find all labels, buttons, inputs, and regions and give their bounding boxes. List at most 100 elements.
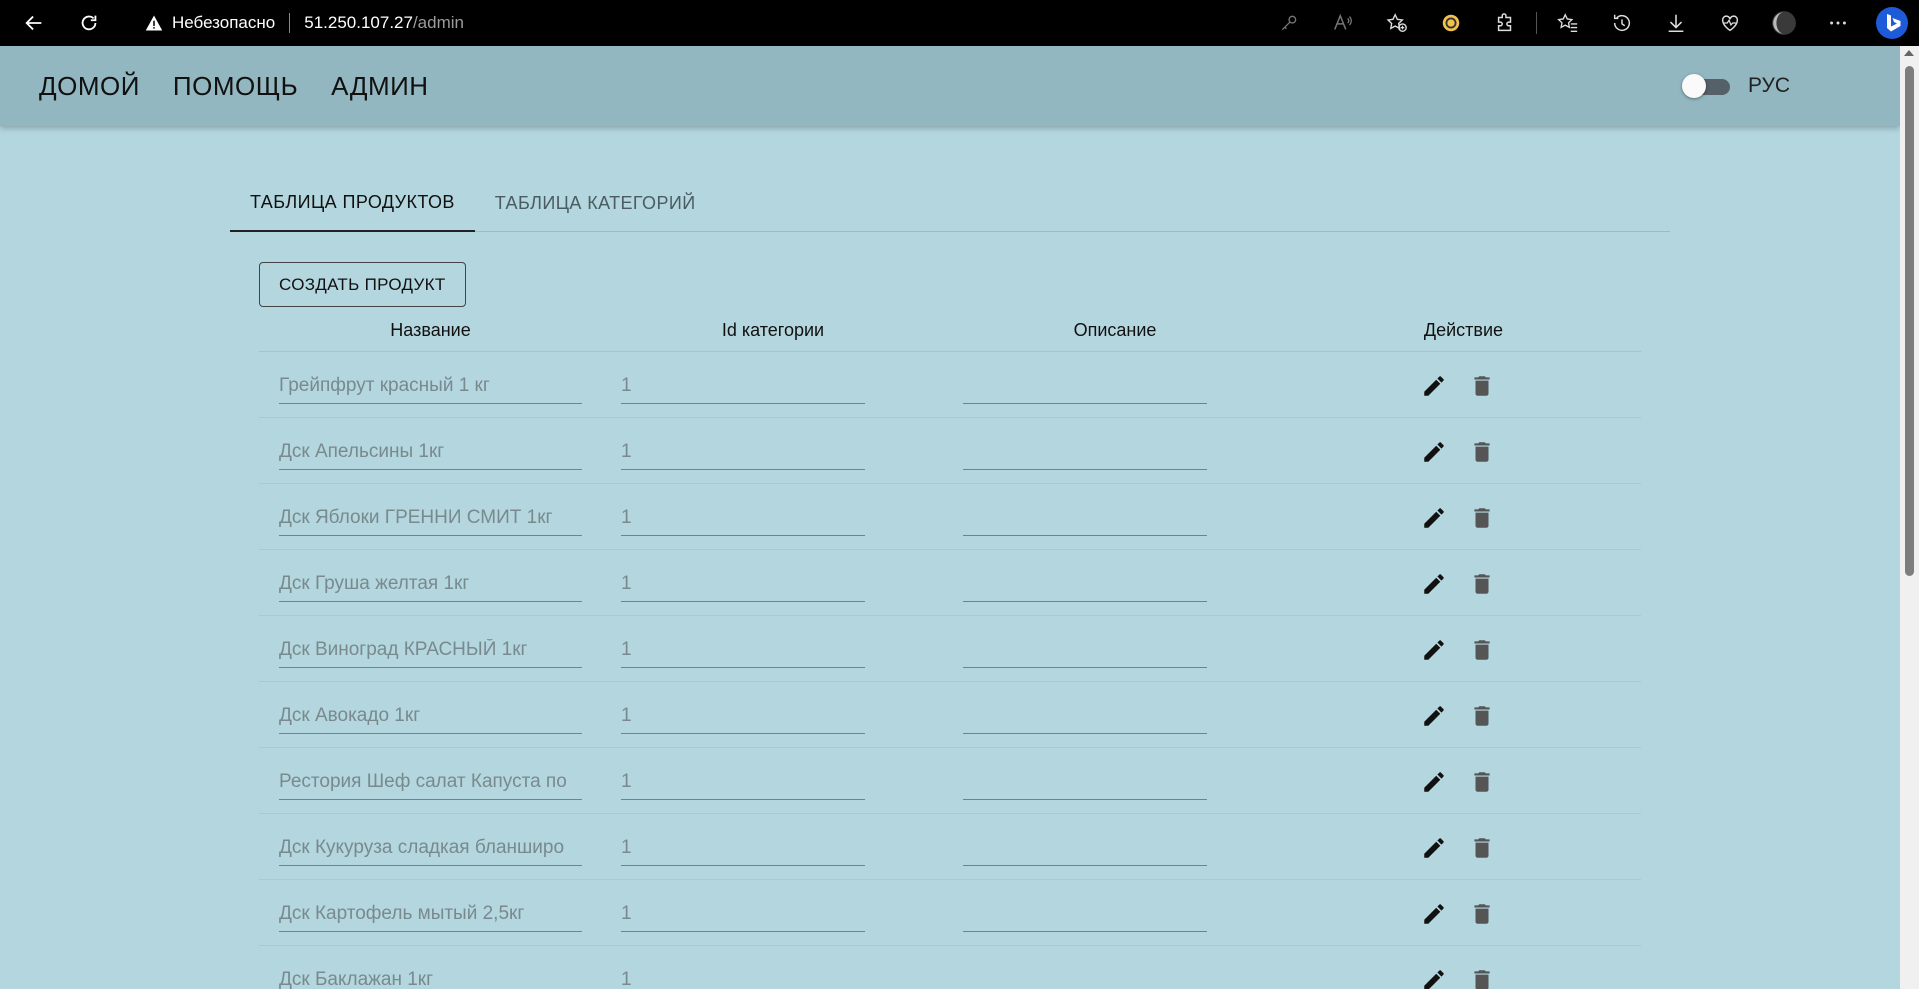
description-field[interactable] (963, 831, 1207, 866)
toggle-thumb (1681, 74, 1706, 98)
description-field[interactable] (963, 369, 1207, 404)
table-header: Название Id категории Описание Действие (259, 310, 1641, 352)
language-switcher: РУС (1681, 46, 1790, 126)
page-scrollbar[interactable] (1900, 46, 1919, 989)
table-row (259, 418, 1641, 484)
scroll-up-arrow-icon[interactable] (1904, 50, 1914, 56)
nav-admin-link[interactable]: АДМИН (331, 71, 428, 102)
category-id-field[interactable] (621, 567, 865, 602)
edit-pencil-icon[interactable] (1419, 701, 1449, 731)
delete-trash-icon[interactable] (1467, 503, 1497, 533)
favorites-icon[interactable] (1549, 4, 1587, 42)
delete-trash-icon[interactable] (1467, 833, 1497, 863)
browser-toolbar: Небезопасно 51.250.107.27 /admin (0, 0, 1919, 46)
description-field[interactable] (963, 963, 1207, 989)
description-field[interactable] (963, 633, 1207, 668)
delete-trash-icon[interactable] (1467, 965, 1497, 989)
browser-essentials-icon[interactable] (1711, 4, 1749, 42)
extensions-puzzle-icon[interactable] (1486, 4, 1524, 42)
nav-help-link[interactable]: ПОМОЩЬ (173, 71, 298, 102)
edit-pencil-icon[interactable] (1419, 899, 1449, 929)
header-action: Действие (1423, 320, 1504, 340)
category-id-field[interactable] (621, 369, 865, 404)
delete-trash-icon[interactable] (1467, 569, 1497, 599)
delete-trash-icon[interactable] (1467, 371, 1497, 401)
product-name-field[interactable] (279, 897, 582, 932)
description-field[interactable] (963, 699, 1207, 734)
create-product-button[interactable]: СОЗДАТЬ ПРОДУКТ (259, 262, 466, 307)
address-bar[interactable]: Небезопасно 51.250.107.27 /admin (144, 13, 464, 33)
tab-categories[interactable]: ТАБЛИЦА КАТЕГОРИЙ (475, 174, 716, 232)
product-name-field[interactable] (279, 831, 582, 866)
description-field[interactable] (963, 897, 1207, 932)
category-id-field[interactable] (621, 831, 865, 866)
table-body (259, 352, 1641, 989)
more-options-icon[interactable] (1819, 4, 1857, 42)
language-label: РУС (1747, 74, 1790, 97)
product-name-field[interactable] (279, 501, 582, 536)
delete-trash-icon[interactable] (1467, 437, 1497, 467)
product-name-field[interactable] (279, 633, 582, 668)
delete-trash-icon[interactable] (1467, 701, 1497, 731)
edit-pencil-icon[interactable] (1419, 569, 1449, 599)
description-field[interactable] (963, 501, 1207, 536)
downloads-icon[interactable] (1657, 4, 1695, 42)
header-category-id: Id категории (721, 320, 825, 340)
edit-pencil-icon[interactable] (1419, 503, 1449, 533)
table-row (259, 748, 1641, 814)
nav-home-link[interactable]: ДОМОЙ (39, 71, 140, 102)
table-row (259, 880, 1641, 946)
category-id-field[interactable] (621, 633, 865, 668)
app-header: ДОМОЙ ПОМОЩЬ АДМИН РУС (0, 46, 1900, 126)
edit-pencil-icon[interactable] (1419, 767, 1449, 797)
read-aloud-icon[interactable] (1324, 4, 1362, 42)
products-table: Название Id категории Описание Действие (259, 310, 1641, 989)
description-field[interactable] (963, 567, 1207, 602)
extension-coin-icon[interactable] (1432, 4, 1470, 42)
delete-trash-icon[interactable] (1467, 899, 1497, 929)
product-name-field[interactable] (279, 567, 582, 602)
url-path: /admin (412, 13, 464, 32)
header-name: Название (390, 320, 471, 340)
edit-pencil-icon[interactable] (1419, 965, 1449, 989)
back-arrow-icon[interactable] (17, 6, 51, 40)
security-label[interactable]: Небезопасно (172, 13, 275, 33)
language-toggle[interactable] (1681, 71, 1732, 101)
category-id-field[interactable] (621, 435, 865, 470)
delete-trash-icon[interactable] (1467, 767, 1497, 797)
product-name-field[interactable] (279, 699, 582, 734)
delete-trash-icon[interactable] (1467, 635, 1497, 665)
edit-pencil-icon[interactable] (1419, 371, 1449, 401)
profile-avatar-icon[interactable] (1765, 4, 1803, 42)
category-id-field[interactable] (621, 963, 865, 989)
product-name-field[interactable] (279, 765, 582, 800)
toolbar-divider (1536, 12, 1537, 34)
key-icon[interactable] (1270, 4, 1308, 42)
table-row (259, 352, 1641, 418)
table-row (259, 550, 1641, 616)
category-id-field[interactable] (621, 501, 865, 536)
browser-toolbar-icons (1262, 0, 1919, 46)
reload-icon[interactable] (72, 6, 106, 40)
product-name-field[interactable] (279, 963, 582, 989)
table-row (259, 682, 1641, 748)
table-row (259, 946, 1641, 989)
category-id-field[interactable] (621, 897, 865, 932)
history-icon[interactable] (1603, 4, 1641, 42)
description-field[interactable] (963, 435, 1207, 470)
category-id-field[interactable] (621, 765, 865, 800)
product-name-field[interactable] (279, 369, 582, 404)
edit-pencil-icon[interactable] (1419, 833, 1449, 863)
edit-pencil-icon[interactable] (1419, 635, 1449, 665)
description-field[interactable] (963, 765, 1207, 800)
category-id-field[interactable] (621, 699, 865, 734)
add-favorite-icon[interactable] (1378, 4, 1416, 42)
table-row (259, 814, 1641, 880)
scrollbar-thumb[interactable] (1905, 66, 1914, 576)
edit-pencil-icon[interactable] (1419, 437, 1449, 467)
table-row (259, 484, 1641, 550)
product-name-field[interactable] (279, 435, 582, 470)
tab-products[interactable]: ТАБЛИЦА ПРОДУКТОВ (230, 174, 475, 232)
url-host: 51.250.107.27 (304, 13, 413, 32)
bing-copilot-icon[interactable] (1873, 4, 1911, 42)
